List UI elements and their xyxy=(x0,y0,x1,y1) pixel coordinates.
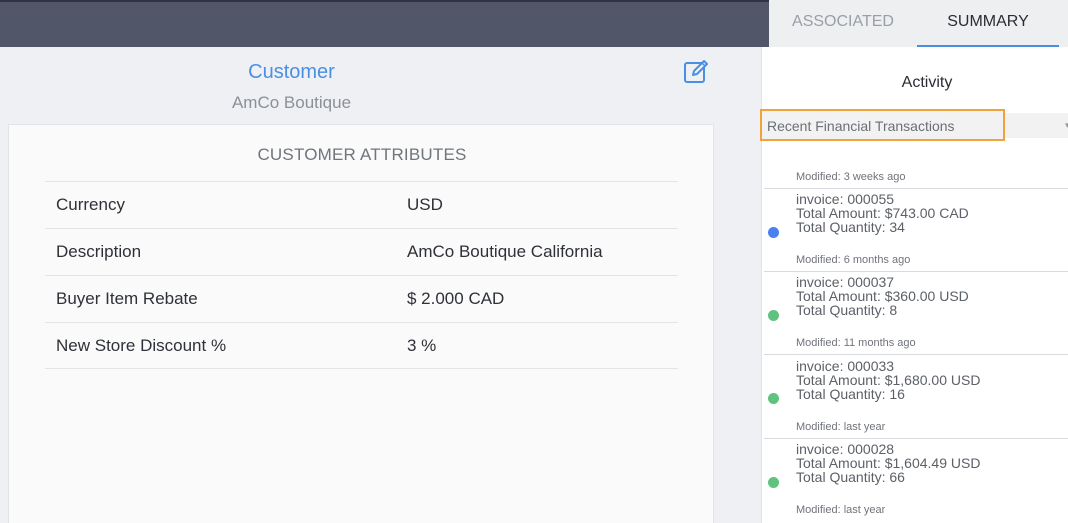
attribute-row: Buyer Item Rebate $ 2.000 CAD xyxy=(45,275,678,322)
attribute-label: Buyer Item Rebate xyxy=(56,289,198,308)
total-quantity: Total Quantity: 34 xyxy=(796,219,905,235)
divider xyxy=(764,188,1068,189)
status-dot xyxy=(768,310,779,321)
invoice-number: invoice: 000028 xyxy=(796,441,895,457)
divider xyxy=(764,354,1068,355)
modified-label: Modified: 11 months ago xyxy=(796,337,916,349)
edit-icon xyxy=(684,60,708,83)
divider xyxy=(764,438,1068,439)
status-dot xyxy=(768,393,779,404)
total-amount: Total Amount: $1,680.00 USD xyxy=(796,372,981,388)
transaction-item[interactable]: invoice: 000028 Total Amount: $1,604.49 … xyxy=(762,440,1068,500)
tab-bar: ASSOCIATED SUMMARY xyxy=(769,0,1068,47)
modified-label: Modified: 3 weeks ago xyxy=(796,171,906,183)
attributes-heading: CUSTOMER ATTRIBUTES xyxy=(257,145,467,164)
attribute-value: 3 % xyxy=(407,336,437,355)
divider xyxy=(764,271,1068,272)
total-quantity: Total Quantity: 16 xyxy=(796,386,905,402)
modified-label: Modified: last year xyxy=(796,504,886,516)
tab-associated[interactable]: ASSOCIATED xyxy=(769,0,917,47)
total-amount: Total Amount: $360.00 USD xyxy=(796,288,969,304)
attribute-value: AmCo Boutique California xyxy=(407,242,603,261)
customer-panel: Customer AmCo Boutique CUSTOMER ATTRIBUT… xyxy=(0,47,761,523)
attribute-value: USD xyxy=(407,195,443,214)
attribute-value: $ 2.000 CAD xyxy=(407,289,505,308)
total-quantity: Total Quantity: 8 xyxy=(796,302,898,318)
activity-title: Activity xyxy=(901,74,953,91)
invoice-number: invoice: 000033 xyxy=(796,358,895,374)
status-dot xyxy=(768,227,779,238)
invoice-number: invoice: 000055 xyxy=(796,191,895,207)
transaction-item[interactable]: invoice: 000037 Total Amount: $360.00 US… xyxy=(762,273,1068,333)
attribute-row: New Store Discount % 3 % xyxy=(45,322,678,369)
transaction-item[interactable]: invoice: 000033 Total Amount: $1,680.00 … xyxy=(762,357,1068,417)
edit-button[interactable] xyxy=(683,59,709,85)
attribute-label: Description xyxy=(56,242,142,261)
total-quantity: Total Quantity: 66 xyxy=(796,469,905,485)
customer-name: AmCo Boutique xyxy=(231,93,352,112)
total-amount: Total Amount: $1,604.49 USD xyxy=(796,455,981,471)
total-amount: Total Amount: $743.00 CAD xyxy=(796,205,969,221)
recent-transactions-section[interactable]: Recent Financial Transactions xyxy=(760,109,1005,141)
status-dot xyxy=(768,477,779,488)
invoice-number: invoice: 000037 xyxy=(796,274,895,290)
tab-summary[interactable]: SUMMARY xyxy=(917,0,1059,47)
customer-title: Customer xyxy=(248,61,335,83)
attribute-label: Currency xyxy=(56,195,125,214)
modified-label: Modified: 6 months ago xyxy=(796,254,911,266)
modified-label: Modified: last year xyxy=(796,421,886,433)
top-bar xyxy=(0,0,769,47)
attribute-row: Description AmCo Boutique California xyxy=(45,228,678,275)
attribute-label: New Store Discount % xyxy=(56,336,227,355)
section-label: Recent Financial Transactions xyxy=(767,118,955,134)
transaction-item[interactable]: invoice: 000055 Total Amount: $743.00 CA… xyxy=(762,190,1068,250)
attribute-row: Currency USD xyxy=(45,181,678,228)
activity-panel: Activity Recent Financial Transactions ▾… xyxy=(760,47,1068,523)
customer-attributes-card: CUSTOMER ATTRIBUTES Currency USD Descrip… xyxy=(8,124,714,523)
attributes-table: Currency USD Description AmCo Boutique C… xyxy=(45,181,678,369)
